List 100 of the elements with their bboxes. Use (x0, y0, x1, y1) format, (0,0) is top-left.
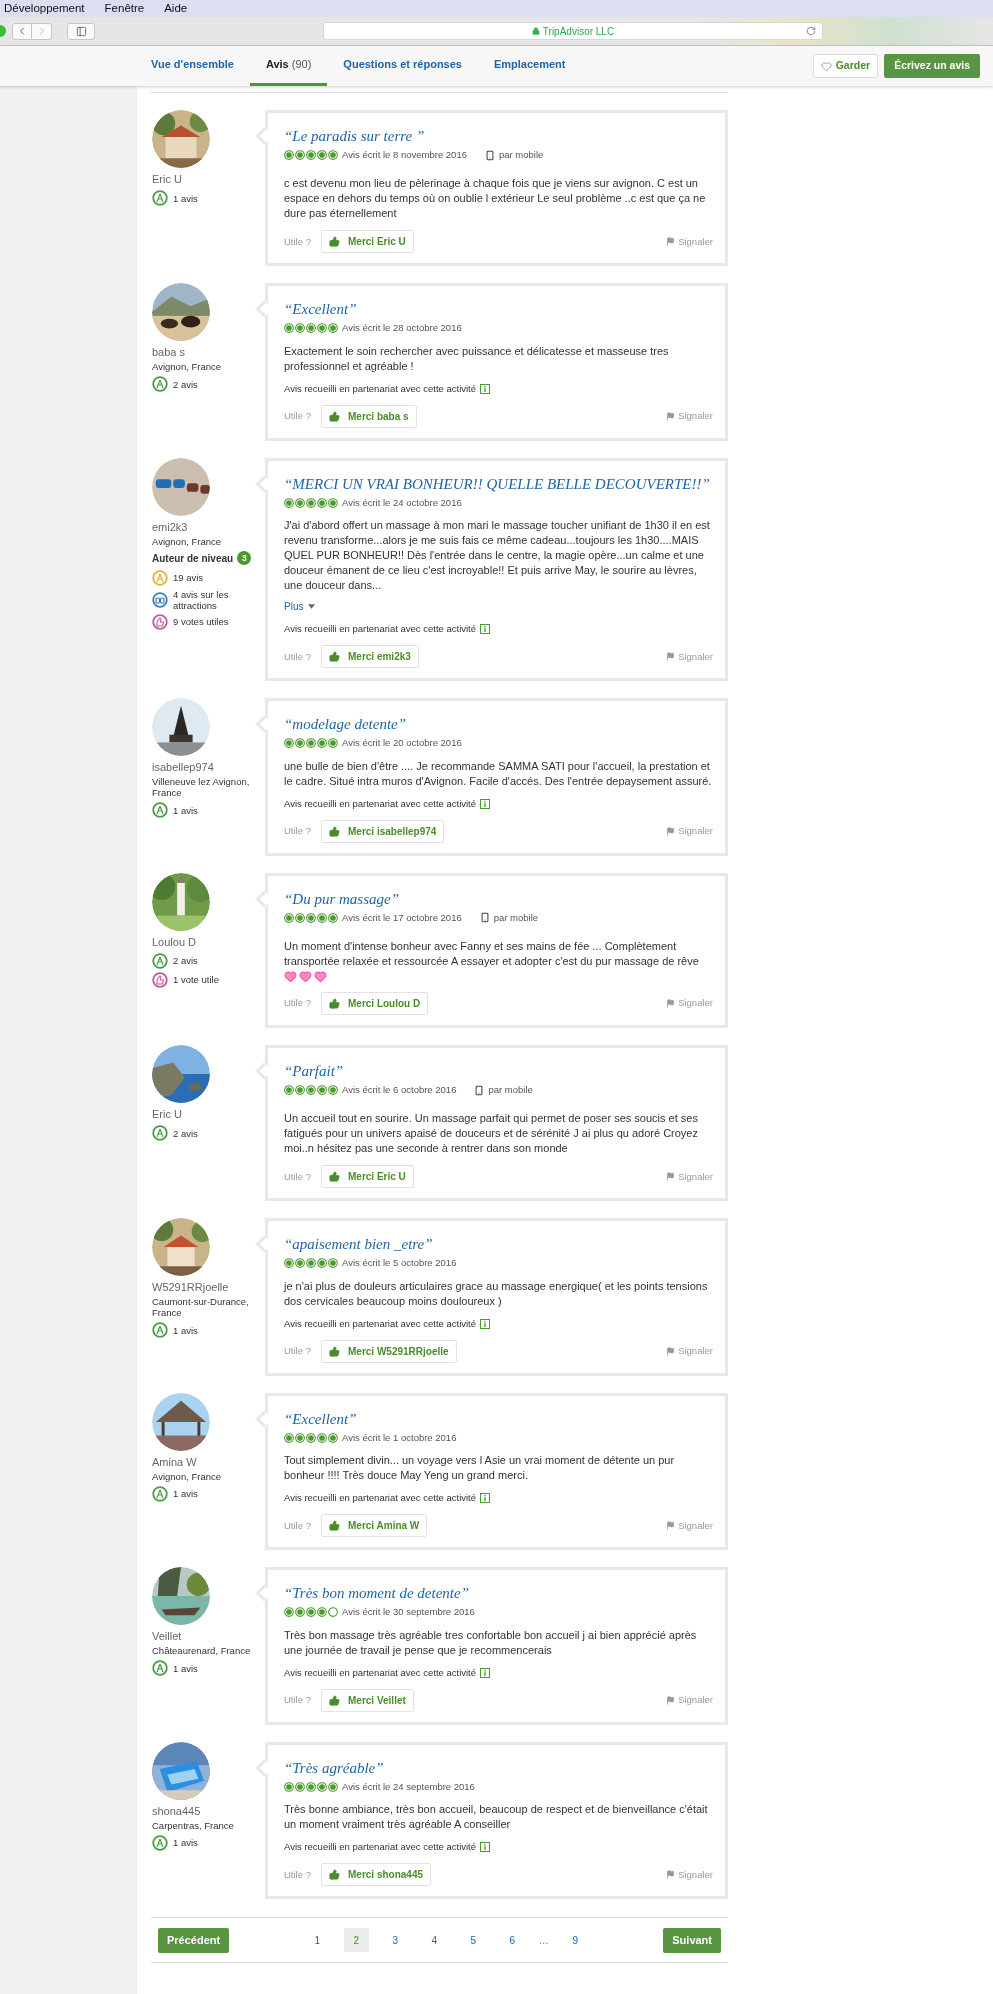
more-link[interactable]: Plus (284, 599, 304, 614)
review-title[interactable]: “Très bon moment de detente” (284, 1584, 713, 1604)
helpful-label: Utile ? (284, 649, 312, 664)
info-icon[interactable] (480, 1667, 491, 1678)
thanks-button[interactable]: Merci W5291RRjoelle (321, 1339, 457, 1363)
thanks-button[interactable]: Merci Eric U (321, 230, 414, 254)
info-icon[interactable] (480, 798, 491, 809)
review-title[interactable]: “Du pur massage” (284, 889, 713, 909)
review-text: c est devenu mon lieu de pèlerinage à chaque fois que je viens sur avignon. C est un espace en dehors du temps où on oublie l extérieur Le seul problème ..c est que ça ne dure pas éternellement (284, 176, 707, 222)
review-text: Exactement le soin rechercher avec puissance et délicatesse et masseuse tres professionnel et agréable ! (284, 343, 670, 374)
stat-text: 19 avis (173, 572, 205, 584)
partnership-note: Avis recueilli en partenariat avec cette activité (284, 796, 477, 811)
rating-bubble-icon (284, 1085, 294, 1096)
partnership-note: Avis recueilli en partenariat avec cette activité (284, 1840, 477, 1854)
next-button[interactable]: Suivant (663, 1927, 721, 1953)
page-link[interactable]: 2 (343, 1928, 369, 1953)
thumbs-up-icon (329, 825, 340, 837)
menu-item[interactable]: Aide (164, 0, 188, 18)
review-text: Tout simplement divin... un voyage vers l Asie un vrai moment de détente un pur bonheur !!!! Très douce May Yeng un grand merci. (284, 1453, 676, 1483)
stat-text: 1 avis (173, 1324, 199, 1336)
address-text: TripAdvisor LLC (542, 24, 615, 39)
helpful-label: Utile ? (284, 409, 312, 424)
thumbs-up-icon (329, 410, 340, 422)
review-text: Très bon massage très agréable tres confortable bon accueil j ai bien apprécié après une journée de travail je pense que je recommencerais (284, 1627, 698, 1658)
thanks-button[interactable]: Merci Eric U (321, 1165, 414, 1189)
review-title[interactable]: “Parfait” (284, 1062, 713, 1081)
rating-bubble-icon (284, 1258, 294, 1269)
sidebar-button[interactable] (67, 22, 95, 40)
rating-bubble-icon (295, 1432, 305, 1443)
rating-bubble-icon (328, 323, 338, 334)
page-link[interactable]: 3 (382, 1928, 408, 1953)
thanks-button[interactable]: Merci Veillet (321, 1688, 414, 1712)
reviewer-name[interactable]: emi2k3 (152, 520, 265, 534)
rating-bubble-icon (317, 1781, 327, 1792)
page-link[interactable]: 6 (499, 1928, 525, 1953)
reviewer-location: Caumont-sur-Durance, France (152, 1296, 250, 1319)
page-link[interactable]: 9 (562, 1928, 588, 1953)
info-icon[interactable] (480, 1493, 491, 1504)
rating-bubble-icon (317, 738, 327, 749)
thanks-button[interactable]: Merci emi2k3 (321, 645, 419, 669)
reviewer-location: Châteaurenard, France (152, 1645, 252, 1657)
address-bar[interactable]: TripAdvisor LLC (323, 22, 823, 40)
review-title[interactable]: “modelage detente” (284, 715, 713, 735)
reviewer-name[interactable]: Amina W (152, 1455, 265, 1469)
menu-item[interactable]: Fenêtre (104, 0, 145, 18)
page-link[interactable]: 4 (421, 1928, 447, 1953)
helpful-label: Utile ? (284, 1518, 312, 1533)
review-title[interactable]: “apaisement bien _etre” (284, 1235, 713, 1255)
flag-icon (666, 1870, 676, 1880)
rating-bubble-icon (284, 1607, 294, 1618)
reviewer-name[interactable]: shona445 (152, 1804, 265, 1818)
review-text: Très bonne ambiance, très bon accueil, beaucoup de respect et de bienveillance c'était un moment vraiment très agréable A conseiller (284, 1802, 709, 1832)
stat-text: 2 avis (173, 378, 199, 390)
page-link[interactable]: 1 (304, 1928, 330, 1953)
reviewer-name[interactable]: Eric U (152, 173, 265, 186)
review-text: J'ai d'abord offert un massage à mon mari le massage toucher unifiant de 1h30 il en est revenu transforme...alors je me suis fais ce même cadeau...toujours les 1h30....MAIS QUEL PUR BONHEUR!! Dès l'entrée dans le centre, la magie opère...un calme et une douceur émanent de ce lieu c'est incroyable!! Et puis arrive May, le sourire au lèvres, une douceur dans... (284, 518, 711, 593)
write-review-button[interactable]: Écrivez un avis (884, 54, 980, 78)
stat-text: 1 avis (173, 1488, 199, 1500)
reviewer-location: Avignon, France (152, 535, 222, 547)
reviewer-name[interactable]: isabellep974 (152, 761, 265, 775)
review-date: Avis écrit le 6 octobre 2016 (342, 1083, 457, 1097)
level-label: Auteur de niveau (152, 551, 234, 566)
thanks-button[interactable]: Merci baba s (321, 404, 417, 428)
window-control[interactable] (0, 25, 6, 37)
nav-tab[interactable]: Emplacement (477, 46, 582, 86)
heart-icon (314, 970, 327, 983)
back-button[interactable] (12, 22, 32, 40)
menu-item[interactable]: Développement (4, 0, 85, 18)
review-title[interactable]: “Le paradis sur terre ” (284, 127, 713, 146)
thanks-button[interactable]: Merci isabellep974 (321, 819, 445, 843)
page-link[interactable]: 5 (460, 1928, 486, 1953)
thanks-button[interactable]: Merci Amina W (321, 1514, 428, 1538)
partnership-note: Avis recueilli en partenariat avec cette activité (284, 1491, 477, 1505)
previous-button[interactable]: Précédent (158, 1927, 230, 1953)
reviewer-name[interactable]: Eric U (152, 1108, 265, 1121)
helpful-label: Utile ? (284, 824, 312, 839)
nav-tab[interactable]: Vue d'ensemble (135, 46, 250, 86)
rating-bubble-icon (295, 323, 305, 334)
thanks-button[interactable]: Merci Loulou D (321, 992, 429, 1015)
reviewer-location: Villeneuve lez Avignon, France (152, 776, 251, 799)
thanks-button[interactable]: Merci shona445 (321, 1863, 432, 1887)
reviewer-name[interactable]: W5291RRjoelle (152, 1281, 265, 1295)
info-icon[interactable] (480, 624, 491, 635)
reviewer-name[interactable]: Veillet (152, 1630, 265, 1644)
nav-tab[interactable]: Questions et réponses (327, 46, 478, 86)
reviewer-name[interactable]: Loulou D (152, 935, 265, 949)
review-title[interactable]: “Excellent” (284, 300, 713, 320)
review-title[interactable]: “MERCI UN VRAI BONHEUR!! QUELLE BELLE DECOUVERTE!!” (284, 474, 713, 494)
rating-bubble-icon (284, 497, 294, 508)
rating-bubble-icon (284, 1781, 294, 1792)
info-icon[interactable] (480, 383, 491, 394)
reload-icon[interactable] (806, 26, 816, 36)
save-button[interactable]: Garder (812, 54, 879, 78)
stat-text: 1 avis (173, 804, 199, 816)
info-icon[interactable] (480, 1318, 491, 1329)
phone-icon (485, 149, 495, 161)
review-title[interactable]: “Très agréable” (284, 1758, 713, 1778)
reviewer-name[interactable]: baba s (152, 346, 265, 360)
review-title[interactable]: “Excellent” (284, 1409, 713, 1429)
info-icon[interactable] (480, 1842, 491, 1853)
